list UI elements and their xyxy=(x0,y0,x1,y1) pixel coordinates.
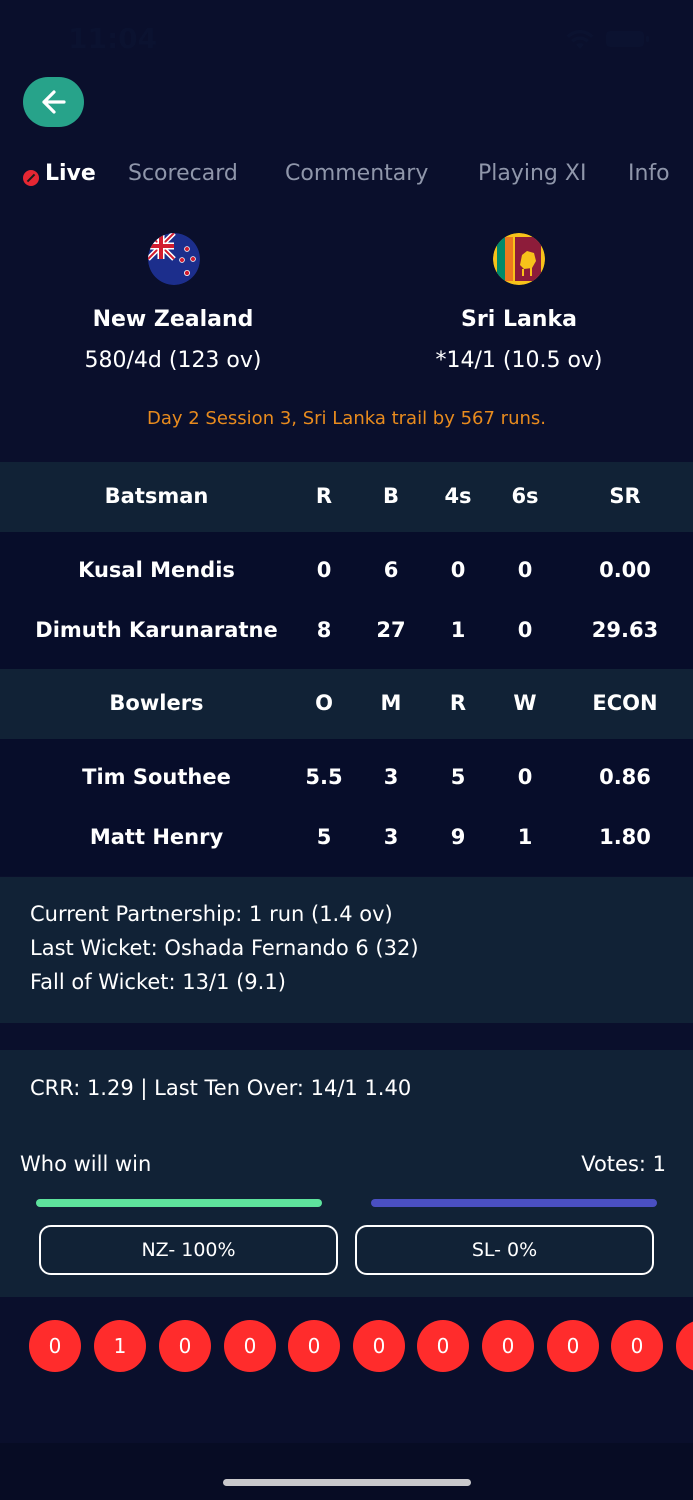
ball-result: 0 xyxy=(482,1320,534,1372)
bowler-name: Matt Henry xyxy=(89,825,224,849)
away-vote-bar xyxy=(371,1199,657,1207)
match-tabs: Live Scorecard Commentary Playing XI Inf… xyxy=(0,155,693,199)
bowling-table-body: Tim Southee 5.5 3 5 0 0.86 Matt Henry 5 … xyxy=(0,739,693,876)
poll-votes: Votes: 1 xyxy=(581,1152,666,1176)
run-rate-text: CRR: 1.29 | Last Ten Over: 14/1 1.40 xyxy=(30,1076,412,1100)
batsman-strike-rate: 0.00 xyxy=(599,558,651,582)
bowler-overs: 5 xyxy=(316,825,332,849)
batsman-sixes: 0 xyxy=(517,558,533,582)
bowling-header-runs: R xyxy=(449,691,467,715)
vote-away-button[interactable]: SL- 0% xyxy=(355,1225,654,1275)
home-indicator[interactable] xyxy=(223,1479,471,1486)
bowler-runs: 9 xyxy=(450,825,466,849)
fall-of-wicket: Fall of Wicket: 13/1 (9.1) xyxy=(30,970,286,994)
vote-home-button[interactable]: NZ- 100% xyxy=(39,1225,338,1275)
poll-title: Who will win xyxy=(20,1152,152,1176)
tab-live[interactable]: Live xyxy=(45,161,96,186)
bowling-table-header: Bowlers O M R W ECON xyxy=(0,669,693,739)
last-wicket: Last Wicket: Oshada Fernando 6 (32) xyxy=(30,936,419,960)
bottom-panel xyxy=(0,1443,693,1500)
ball-result: 0 xyxy=(29,1320,81,1372)
batsman-name: Dimuth Karunaratne xyxy=(35,618,278,642)
partnership-panel: Current Partnership: 1 run (1.4 ov) Last… xyxy=(0,877,693,1023)
bowler-economy: 1.80 xyxy=(599,825,651,849)
status-time: 11:04 xyxy=(68,22,158,55)
bowling-header-overs: O xyxy=(315,691,333,715)
bowler-overs: 5.5 xyxy=(305,765,343,789)
batting-table-body: Kusal Mendis 0 6 0 0 0.00 Dimuth Karunar… xyxy=(0,532,693,669)
bowler-name: Tim Southee xyxy=(82,765,231,789)
bowler-economy: 0.86 xyxy=(599,765,651,789)
batsman-runs: 8 xyxy=(316,618,332,642)
tab-scorecard[interactable]: Scorecard xyxy=(128,161,238,186)
bowling-header-economy: ECON xyxy=(592,691,658,715)
batting-header-fours: 4s xyxy=(444,484,472,508)
batting-header-runs: R xyxy=(315,484,333,508)
batting-header-balls: B xyxy=(382,484,399,508)
recent-balls-strip[interactable]: 0 1 0 0 0 0 0 0 0 0 0 xyxy=(0,1297,693,1420)
ball-result: 0 xyxy=(676,1320,693,1372)
away-team-name: Sri Lanka xyxy=(461,307,577,332)
batsman-fours: 1 xyxy=(450,618,466,642)
status-bar: 11:04 xyxy=(0,0,693,80)
batsman-name: Kusal Mendis xyxy=(78,558,235,582)
back-button[interactable] xyxy=(23,77,84,127)
home-vote-bar xyxy=(36,1199,322,1207)
live-indicator-icon xyxy=(23,170,39,186)
batsman-balls: 6 xyxy=(383,558,399,582)
batsman-strike-rate: 29.63 xyxy=(591,618,659,642)
ball-result: 0 xyxy=(288,1320,340,1372)
arrow-left-icon xyxy=(41,90,66,114)
new-zealand-flag-icon xyxy=(148,233,200,285)
away-team-score: *14/1 (10.5 ov) xyxy=(435,348,603,373)
battery-icon xyxy=(606,31,649,47)
bowling-header-wickets: W xyxy=(513,691,537,715)
batting-table-header: Batsman R B 4s 6s SR xyxy=(0,462,693,532)
ball-result: 0 xyxy=(353,1320,405,1372)
wifi-icon xyxy=(566,29,594,49)
ball-result: 0 xyxy=(417,1320,469,1372)
tab-commentary[interactable]: Commentary xyxy=(285,161,428,186)
tab-info[interactable]: Info xyxy=(628,161,670,186)
bowler-wickets: 1 xyxy=(517,825,533,849)
ball-result: 1 xyxy=(94,1320,146,1372)
ball-result: 0 xyxy=(611,1320,663,1372)
batting-header-sixes: 6s xyxy=(511,484,539,508)
batting-header-name: Batsman xyxy=(104,484,209,508)
home-team-name: New Zealand xyxy=(92,307,254,332)
batsman-sixes: 0 xyxy=(517,618,533,642)
current-partnership: Current Partnership: 1 run (1.4 ov) xyxy=(30,902,393,926)
tab-playing-xi[interactable]: Playing XI xyxy=(478,161,586,186)
sri-lanka-flag-icon xyxy=(493,233,545,285)
match-status-text: Day 2 Session 3, Sri Lanka trail by 567 … xyxy=(146,408,546,429)
ball-result: 0 xyxy=(159,1320,211,1372)
ball-result: 0 xyxy=(224,1320,276,1372)
batsman-balls: 27 xyxy=(376,618,406,642)
batsman-runs: 0 xyxy=(316,558,332,582)
bowler-runs: 5 xyxy=(450,765,466,789)
batsman-fours: 0 xyxy=(450,558,466,582)
bowler-maidens: 3 xyxy=(383,765,399,789)
bowler-wickets: 0 xyxy=(517,765,533,789)
ball-result: 0 xyxy=(547,1320,599,1372)
home-team-score: 580/4d (123 ov) xyxy=(84,348,262,373)
bowling-header-name: Bowlers xyxy=(109,691,204,715)
batting-header-strike-rate: SR xyxy=(609,484,641,508)
bowling-header-maidens: M xyxy=(380,691,402,715)
bowler-maidens: 3 xyxy=(383,825,399,849)
